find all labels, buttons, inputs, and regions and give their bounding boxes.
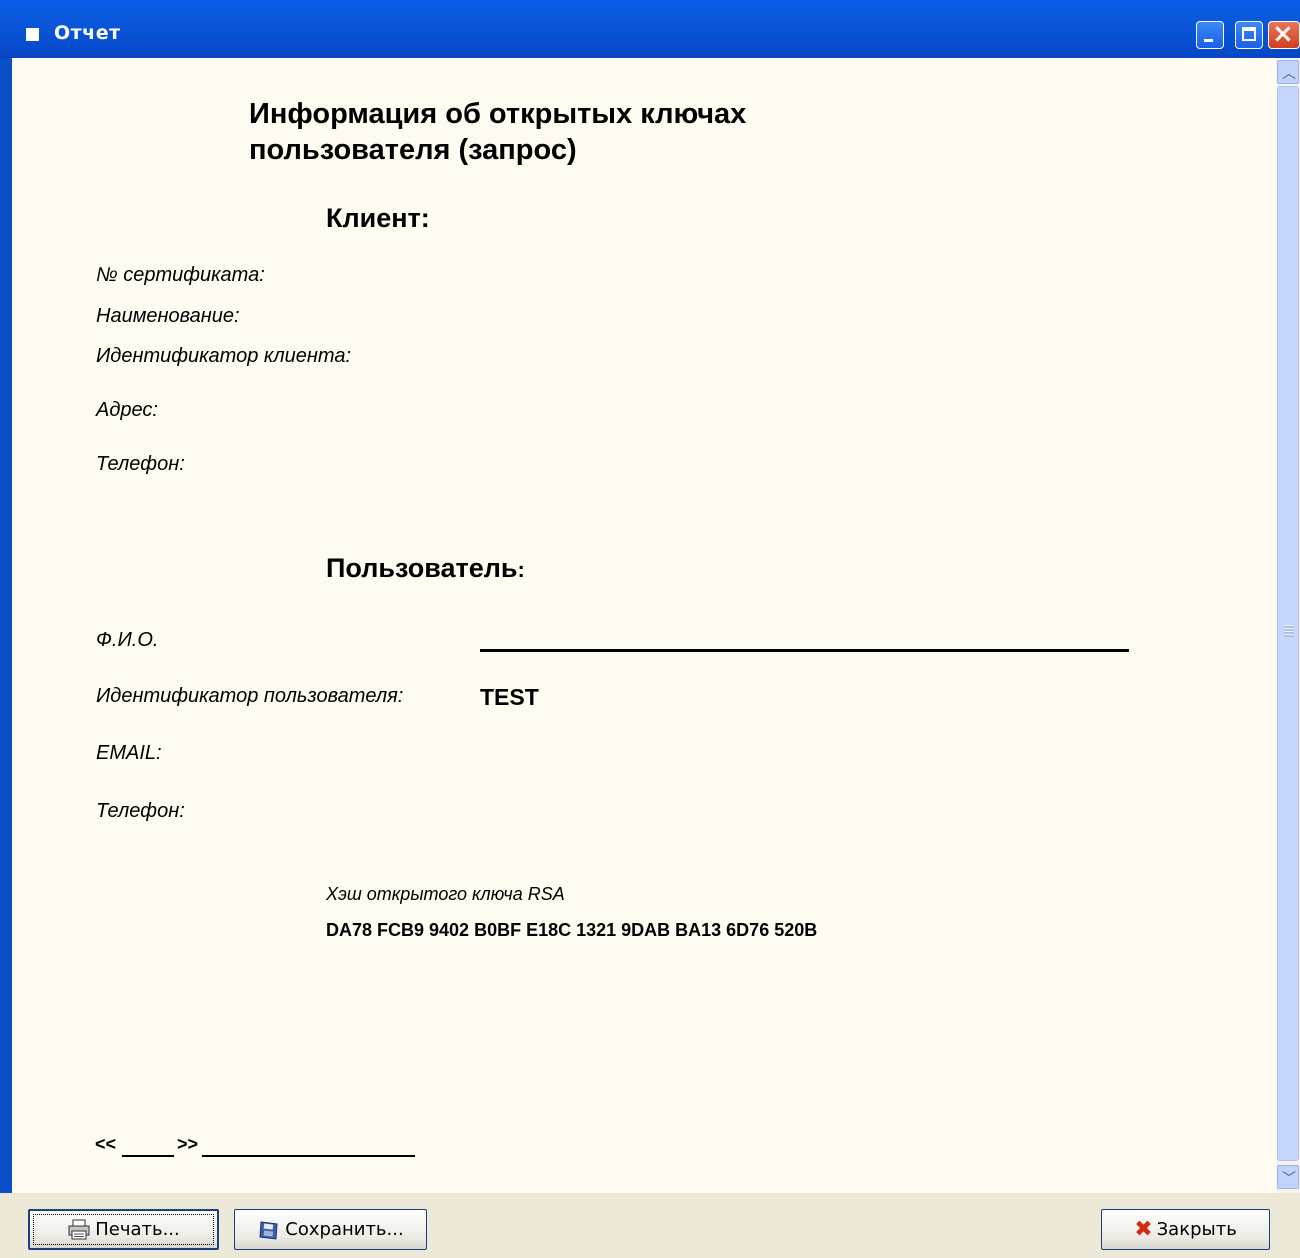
user-fio-label: Ф.И.О. xyxy=(96,629,159,651)
print-button[interactable]: Печать... xyxy=(28,1209,219,1250)
date-month-line xyxy=(202,1155,415,1157)
client-phone-label: Телефон: xyxy=(96,453,185,475)
fio-signature-line xyxy=(480,649,1129,652)
date-open-quote: << xyxy=(95,1134,117,1154)
scroll-up-button[interactable]: ︿ xyxy=(1277,60,1299,84)
rsa-hash-label: Хэш открытого ключа RSA xyxy=(326,884,565,904)
report-window: Отчет × Информация об открытых ключах по… xyxy=(0,0,1300,1258)
floppy-disk-icon xyxy=(257,1219,281,1241)
window-menu-icon[interactable] xyxy=(26,28,39,41)
user-heading-colon: : xyxy=(517,557,525,582)
minimize-button[interactable] xyxy=(1196,21,1224,49)
date-close-quote: >> xyxy=(177,1134,199,1154)
close-icon: × xyxy=(1272,19,1294,49)
window-title: Отчет xyxy=(54,22,121,44)
save-button[interactable]: Сохранить... xyxy=(234,1209,427,1250)
client-address-label: Адрес: xyxy=(96,399,158,421)
minimize-icon xyxy=(1204,39,1213,42)
scroll-down-button[interactable]: ﹀ xyxy=(1277,1165,1299,1189)
save-button-label: Сохранить... xyxy=(285,1219,404,1240)
close-button-label: Закрыть xyxy=(1156,1219,1237,1240)
client-name-label: Наименование: xyxy=(96,305,240,327)
client-heading: Клиент: xyxy=(326,203,430,233)
rsa-hash-value: DA78 FCB9 9402 B0BF E18C 1321 9DAB BA13 … xyxy=(326,920,818,940)
user-phone-label: Телефон: xyxy=(96,800,185,822)
client-id-label: Идентификатор клиента: xyxy=(96,345,351,367)
user-heading-text: Пользователь xyxy=(326,553,518,583)
maximize-button[interactable] xyxy=(1235,21,1263,49)
user-heading: Пользователь: xyxy=(326,553,525,584)
report-title-line2: пользователя (запрос) xyxy=(249,134,577,166)
user-id-value: TEST xyxy=(480,684,539,710)
button-bar: Печать... Сохранить... ✖ Закрыть xyxy=(0,1193,1300,1258)
window-border xyxy=(0,58,12,1198)
user-email-label: EMAIL: xyxy=(96,742,162,764)
print-button-label: Печать... xyxy=(95,1219,180,1240)
report-title-line1: Информация об открытых ключах xyxy=(249,98,747,130)
report-page: Информация об открытых ключах пользовате… xyxy=(12,58,1276,1193)
maximize-icon xyxy=(1242,27,1256,41)
scroll-thumb[interactable] xyxy=(1277,86,1299,1161)
title-bar[interactable]: Отчет × xyxy=(0,0,1300,58)
date-day-line xyxy=(122,1155,174,1157)
close-window-button[interactable]: × xyxy=(1268,19,1300,49)
vertical-scrollbar[interactable]: ︿ ﹀ xyxy=(1276,58,1300,1193)
grip-icon xyxy=(1284,625,1294,637)
red-x-icon: ✖ xyxy=(1134,1216,1153,1242)
chevron-up-icon: ︿ xyxy=(1282,66,1296,82)
close-button[interactable]: ✖ Закрыть xyxy=(1101,1209,1270,1250)
user-id-label: Идентификатор пользователя: xyxy=(96,685,404,707)
cert-number-label: № сертификата: xyxy=(96,264,265,286)
printer-icon xyxy=(67,1219,91,1241)
chevron-down-icon: ﹀ xyxy=(1282,1171,1296,1187)
